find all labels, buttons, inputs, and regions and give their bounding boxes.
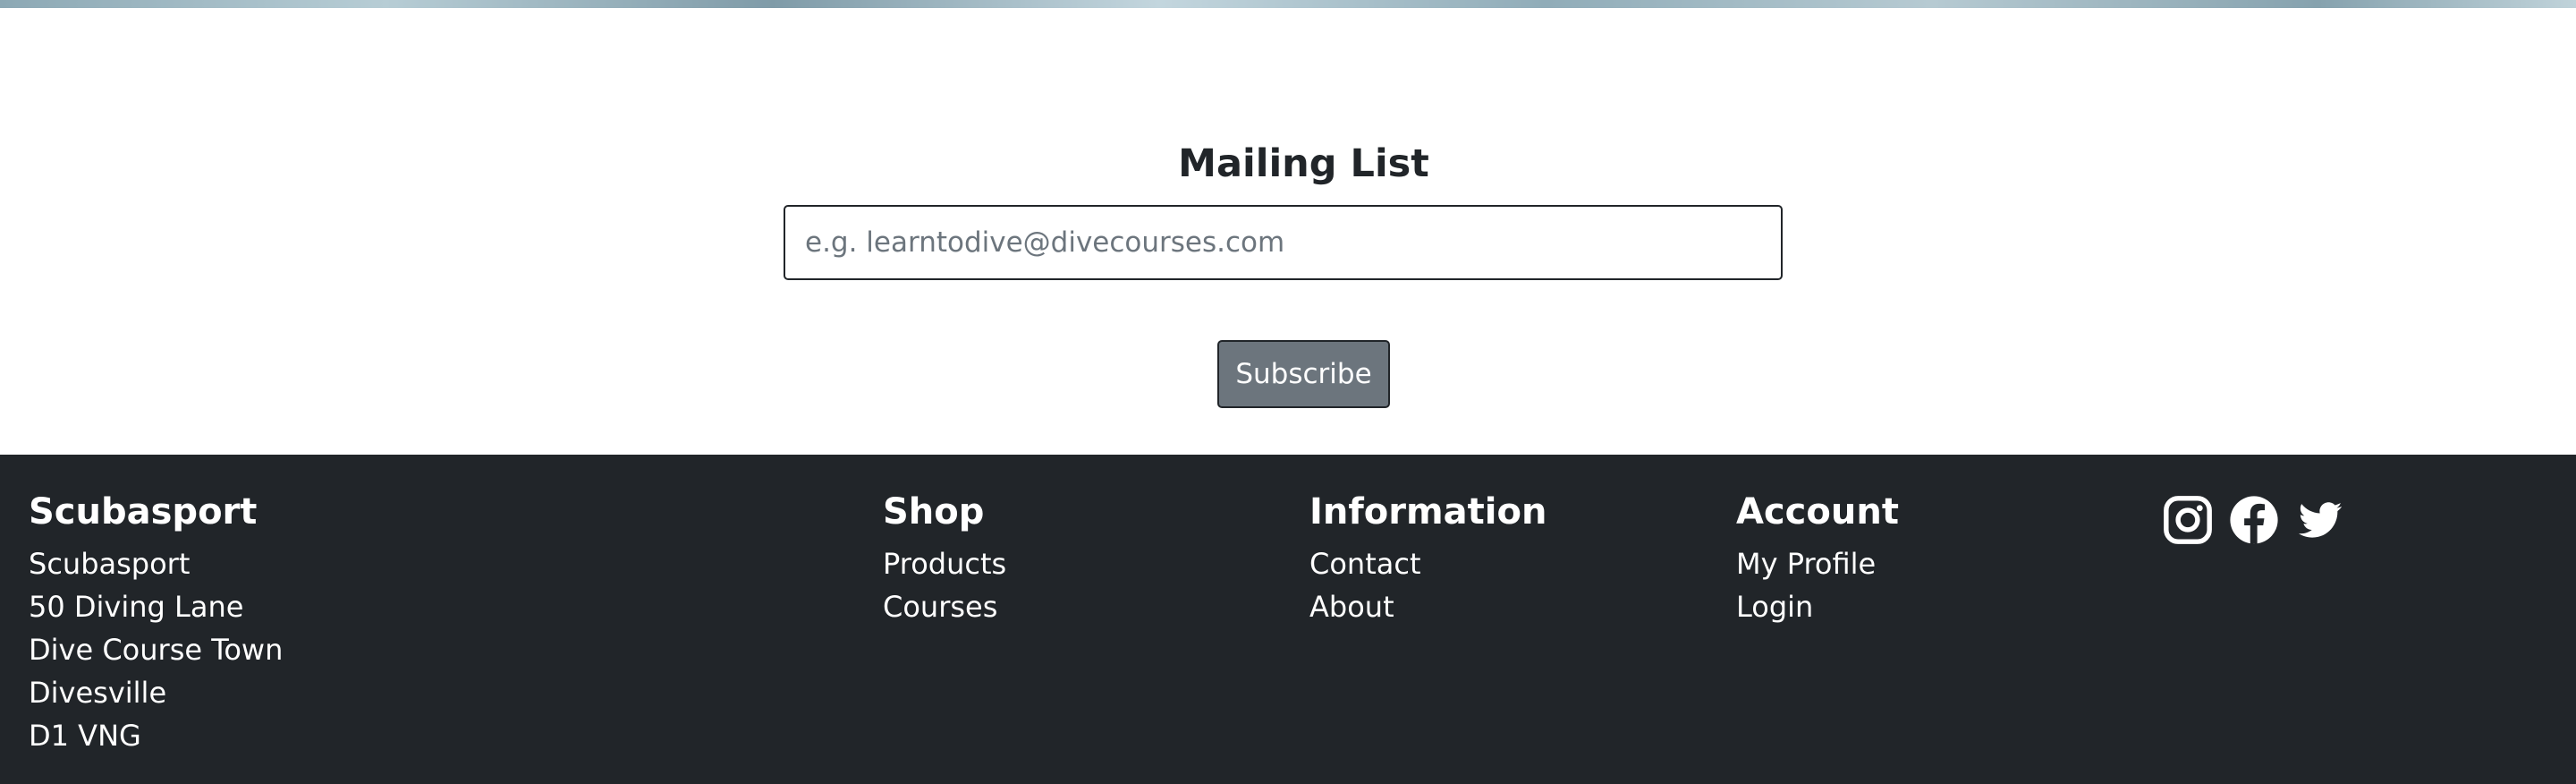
footer-shop-heading: Shop <box>883 491 985 533</box>
address-line: Dive Course Town <box>29 633 284 667</box>
address-line: 50 Diving Lane <box>29 590 244 624</box>
email-input[interactable] <box>784 205 1783 280</box>
site-footer: Scubasport Scubasport 50 Diving Lane Div… <box>0 455 2576 784</box>
address-line: Divesville <box>29 676 167 710</box>
instagram-icon[interactable] <box>2162 494 2214 546</box>
footer-account-column: Account My Profile Login <box>1736 481 1899 628</box>
footer-brand-heading: Scubasport <box>29 491 258 533</box>
address-line: Scubasport <box>29 547 191 581</box>
social-links <box>2162 494 2346 546</box>
footer-link-contact[interactable]: Contact <box>1309 542 1546 585</box>
footer-link-products[interactable]: Products <box>883 542 1006 585</box>
twitter-icon[interactable] <box>2294 494 2346 546</box>
footer-link-login[interactable]: Login <box>1736 585 1899 628</box>
footer-link-about[interactable]: About <box>1309 585 1546 628</box>
footer-link-courses[interactable]: Courses <box>883 585 1006 628</box>
hero-image-strip <box>0 0 2576 8</box>
footer-information-column: Information Contact About <box>1309 481 1546 628</box>
address-line: D1 VNG <box>29 719 141 753</box>
subscribe-button[interactable]: Subscribe <box>1217 340 1390 408</box>
footer-link-my-profile[interactable]: My Profile <box>1736 542 1899 585</box>
footer-account-heading: Account <box>1736 491 1899 533</box>
footer-brand-column: Scubasport Scubasport 50 Diving Lane Div… <box>29 481 283 757</box>
mailing-list-title: Mailing List <box>1178 141 1429 186</box>
mailing-list-section: Mailing List Subscribe <box>0 8 2576 455</box>
footer-information-heading: Information <box>1309 491 1547 533</box>
footer-shop-column: Shop Products Courses <box>883 481 1006 628</box>
facebook-icon[interactable] <box>2228 494 2280 546</box>
